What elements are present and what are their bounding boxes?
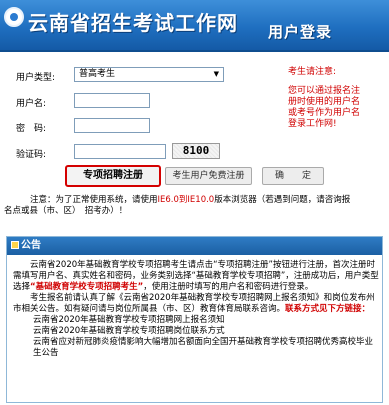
notice-user-type-highlight: “基础教育学校专项招聘考生”	[30, 282, 144, 292]
password-input[interactable]	[74, 118, 150, 133]
browser-note-line2: 名点或县（市、区） 招考办）！	[4, 206, 128, 216]
notice-paragraph-1: 云南省2020年基础教育学校专项招聘考生请点击“专项招聘注册”按钮进行注册，首次…	[13, 260, 379, 293]
username-input[interactable]	[74, 93, 150, 108]
chevron-down-icon[interactable]: ▼	[214, 68, 219, 81]
browser-note-suffix: 版本浏览器（若遇到问题，请咨询报	[214, 195, 351, 205]
browser-version-highlight: IE6.0到IE10.0	[157, 195, 215, 205]
notice-paragraph-2: 考生报名前请认真了解《云南省2020年基础教育学校专项招聘网上报名须知》和岗位发…	[13, 293, 379, 315]
confirm-button[interactable]: 确 定	[262, 167, 324, 185]
notice-link-registration-guide[interactable]: 云南省2020年基础教育学校专项招聘网上报名须知	[13, 315, 379, 326]
user-type-label: 用户类型:	[16, 73, 56, 83]
user-type-select[interactable]: 普高考生 ▼	[74, 67, 224, 82]
page-title: 用户登录	[268, 23, 333, 41]
site-header: 云南省招生考试工作网 用户登录	[0, 0, 389, 52]
notice-header: 公告	[7, 237, 382, 255]
side-note-title: 考生请注意:	[288, 67, 337, 77]
notice-link-covid-announcement[interactable]: 云南省应对新冠肺炎疫情影响大幅增加名额面向全国开基础教育学校专项招聘优秀高校毕业…	[13, 337, 379, 359]
special-register-button[interactable]: 专项招聘注册	[65, 165, 161, 187]
notice-paragraph-1-end: ，使用注册时填写的用户名和密码进行登录。	[143, 282, 314, 292]
notice-panel: 公告 云南省2020年基础教育学校专项招聘考生请点击“专项招聘注册”按钮进行注册…	[6, 236, 383, 403]
user-type-value: 普高考生	[79, 69, 116, 79]
site-emblem-icon	[4, 7, 24, 27]
free-register-button[interactable]: 考生用户免费注册	[165, 167, 252, 185]
notice-body: 云南省2020年基础教育学校专项招聘考生请点击“专项招聘注册”按钮进行注册，首次…	[13, 260, 379, 359]
notice-link-contact-info[interactable]: 云南省2020年基础教育学校专项招聘岗位联系方式	[13, 326, 379, 337]
username-label: 用户名:	[16, 99, 47, 109]
login-side-note: 考生请注意: 您可以通过报名注册时使用的用户名或考号作为用户名登录工作网!	[288, 67, 360, 130]
browser-note: 注意：为了正常使用系统，请使用IE6.0到IE10.0版本浏览器（若遇到问题，请…	[4, 195, 386, 217]
side-note-body: 您可以通过报名注册时使用的用户名或考号作为用户名登录工作网!	[288, 86, 361, 129]
captcha-input[interactable]	[74, 144, 166, 159]
password-label: 密 码:	[16, 124, 47, 134]
captcha-label: 验证码:	[16, 150, 47, 160]
captcha-image[interactable]: 8100	[172, 143, 220, 159]
contacts-title: 联系方式见下方链接：	[285, 304, 371, 314]
browser-note-prefix: 注意：为了正常使用系统，请使用	[30, 195, 158, 205]
site-title: 云南省招生考试工作网	[28, 11, 238, 35]
notice-heading: 公告	[21, 240, 41, 251]
notice-bullet-icon	[11, 241, 19, 249]
